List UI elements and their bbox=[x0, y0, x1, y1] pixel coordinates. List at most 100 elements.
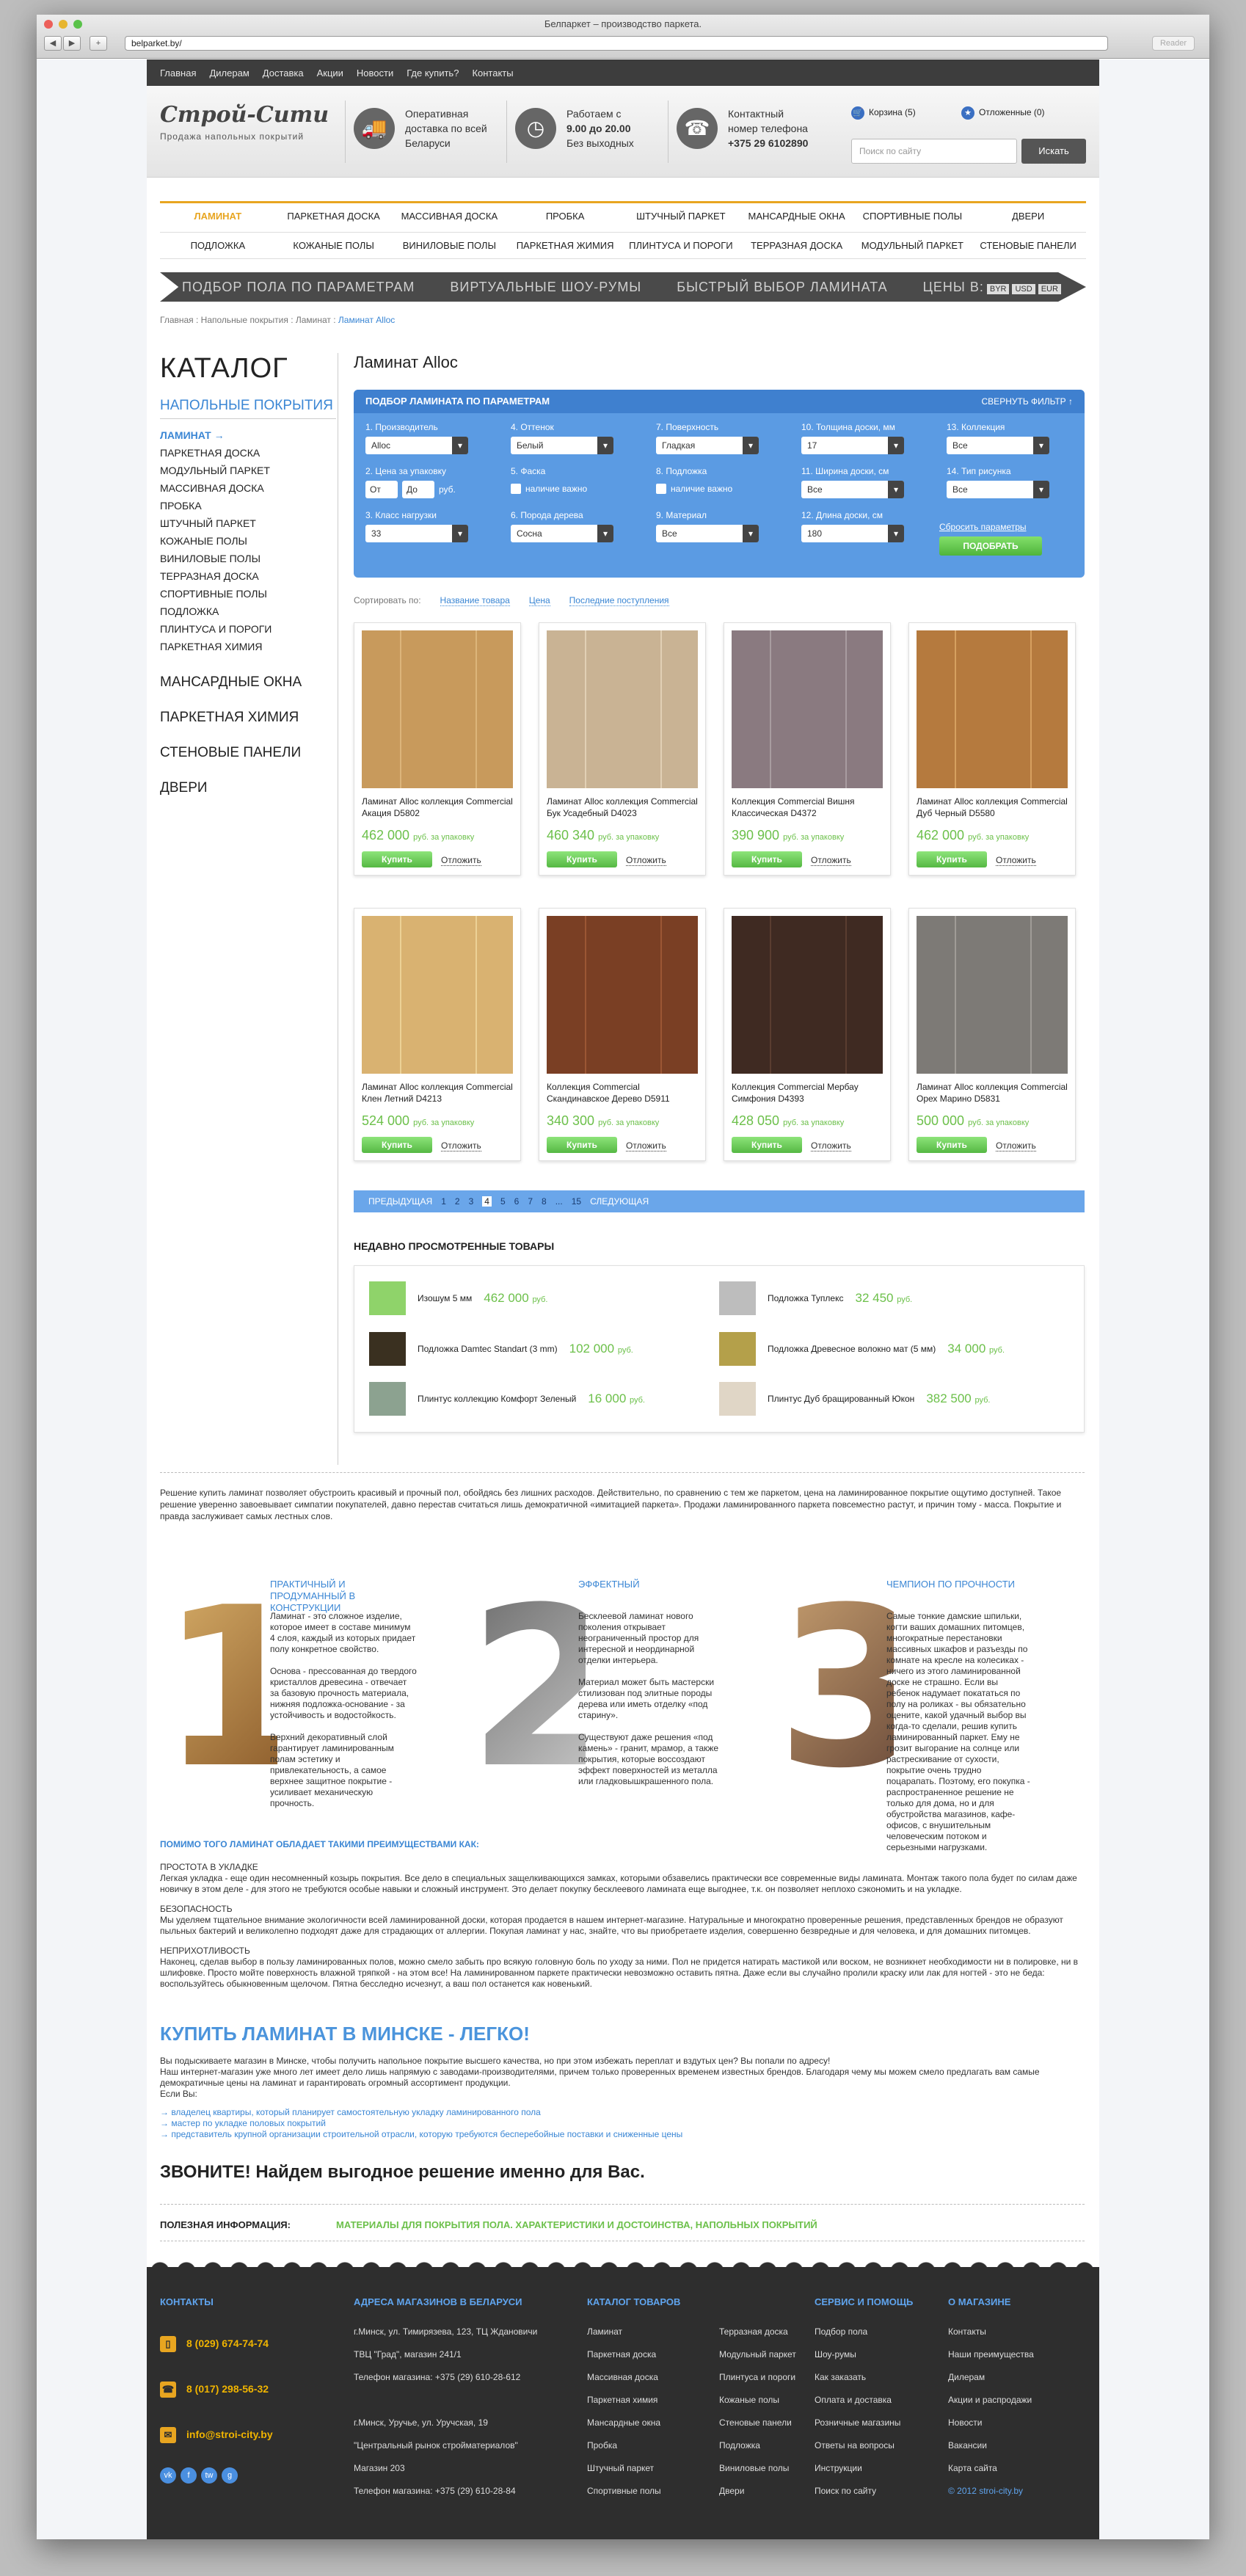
sort-by-newest[interactable]: Последние поступления bbox=[569, 595, 669, 606]
filter-select[interactable]: Все bbox=[656, 525, 759, 542]
favorites-link[interactable]: ★ Отложенные (0) bbox=[961, 106, 1045, 120]
footer-email[interactable]: ✉ info@stroi-city.by bbox=[160, 2412, 336, 2457]
footer-catalog-link[interactable]: Кожаные полы bbox=[719, 2389, 796, 2412]
footer-service-link[interactable]: Оплата и доставка bbox=[815, 2389, 939, 2412]
filter-checkbox[interactable]: наличие важно bbox=[656, 484, 781, 494]
facebook-icon[interactable]: f bbox=[181, 2467, 197, 2484]
filter-select[interactable]: 180 bbox=[801, 525, 904, 542]
topnav-link[interactable]: Где купить? bbox=[407, 68, 459, 79]
product-name[interactable]: Ламинат Alloc коллекция Commercial Клен … bbox=[362, 1081, 513, 1105]
sidebar-section-floor[interactable]: Напольные покрытия bbox=[160, 398, 336, 419]
pager-page[interactable]: ... bbox=[555, 1196, 563, 1207]
pager-page[interactable]: 4 bbox=[482, 1196, 492, 1207]
pager-page[interactable]: 7 bbox=[528, 1196, 533, 1207]
footer-catalog-link[interactable]: Мансардные окна bbox=[587, 2412, 690, 2434]
save-for-later-link[interactable]: Отложить bbox=[811, 1140, 851, 1151]
save-for-later-link[interactable]: Отложить bbox=[626, 1140, 666, 1151]
useful-link[interactable]: Материалы для покрытия пола. Характерист… bbox=[336, 2219, 817, 2230]
recent-name[interactable]: Изошум 5 мм bbox=[418, 1293, 472, 1303]
footer-catalog-link[interactable]: Двери bbox=[719, 2480, 796, 2503]
sidebar-item[interactable]: Модульный паркет bbox=[160, 462, 336, 479]
footer-about-link[interactable]: Наши преимущества bbox=[948, 2343, 1087, 2366]
category-link[interactable]: Подложка bbox=[160, 233, 276, 258]
footer-phone-2[interactable]: ☎ 8 (017) 298-56-32 bbox=[160, 2366, 336, 2412]
save-for-later-link[interactable]: Отложить bbox=[626, 855, 666, 866]
phone-number[interactable]: +375 29 6102890 bbox=[728, 136, 808, 150]
category-link[interactable]: Плинтуса и пороги bbox=[623, 233, 739, 258]
product-card[interactable]: Ламинат Alloc коллекция Commercial Орех … bbox=[908, 908, 1076, 1161]
category-link[interactable]: Модульный паркет bbox=[855, 233, 971, 258]
checkbox-box[interactable] bbox=[656, 484, 666, 494]
footer-service-link[interactable]: Поиск по сайту bbox=[815, 2480, 939, 2503]
category-link[interactable]: Паркетная доска bbox=[276, 203, 392, 229]
recent-thumb[interactable] bbox=[719, 1281, 756, 1315]
sidebar-item[interactable]: Массивная доска bbox=[160, 479, 336, 497]
sidebar-item[interactable]: Паркетная химия bbox=[160, 638, 336, 655]
pager-page[interactable]: 6 bbox=[514, 1196, 520, 1207]
pager-page[interactable]: 15 bbox=[572, 1196, 581, 1207]
footer-catalog-link[interactable]: Паркетная доска bbox=[587, 2343, 690, 2366]
buy-button[interactable]: Купить bbox=[917, 1137, 987, 1153]
product-card[interactable]: Коллекция Commercial Скандинавское Дерев… bbox=[539, 908, 706, 1161]
topnav-link[interactable]: Доставка bbox=[263, 68, 304, 79]
footer-about-link[interactable]: Акции и распродажи bbox=[948, 2389, 1087, 2412]
footer-catalog-link[interactable]: Стеновые панели bbox=[719, 2412, 796, 2434]
product-name[interactable]: Коллекция Commercial Скандинавское Дерев… bbox=[547, 1081, 698, 1105]
sidebar-item[interactable]: Штучный паркет bbox=[160, 514, 336, 532]
filter-select[interactable]: Сосна bbox=[511, 525, 613, 542]
promo-param-link[interactable]: Подбор пола по параметрам bbox=[182, 280, 415, 295]
buy-button[interactable]: Купить bbox=[547, 851, 617, 867]
add-tab-button[interactable]: + bbox=[90, 36, 107, 51]
footer-service-link[interactable]: Инструкции bbox=[815, 2457, 939, 2480]
sidebar-item[interactable]: Терразная доска bbox=[160, 567, 336, 585]
sidebar-item[interactable]: Ламинат → bbox=[160, 426, 336, 444]
topnav-link[interactable]: Дилерам bbox=[209, 68, 249, 79]
sidebar-item[interactable]: Спортивные полы bbox=[160, 585, 336, 603]
filter-select[interactable]: Гладкая bbox=[656, 437, 759, 454]
product-name[interactable]: Ламинат Alloc коллекция Commercial Орех … bbox=[917, 1081, 1068, 1105]
breadcrumb-path[interactable]: Главная : Напольные покрытия : Ламинат : bbox=[160, 315, 336, 325]
footer-service-link[interactable]: Подбор пола bbox=[815, 2321, 939, 2343]
promo-showroom-link[interactable]: Виртуальные шоу-румы bbox=[450, 280, 641, 295]
filter-select[interactable]: Alloc bbox=[365, 437, 468, 454]
filter-select[interactable]: 17 bbox=[801, 437, 904, 454]
category-link[interactable]: Штучный паркет bbox=[623, 203, 739, 229]
product-card[interactable]: Ламинат Alloc коллекция Commercial Бук У… bbox=[539, 622, 706, 876]
footer-phone-1[interactable]: ▯ 8 (029) 674-74-74 bbox=[160, 2321, 336, 2366]
sidebar-big-item[interactable]: Стеновые панели bbox=[160, 745, 336, 761]
buy-button[interactable]: Купить bbox=[362, 851, 432, 867]
category-link[interactable]: Кожаные полы bbox=[276, 233, 392, 258]
category-link[interactable]: Стеновые панели bbox=[970, 233, 1086, 258]
pager-page[interactable]: 1 bbox=[441, 1196, 446, 1207]
sidebar-big-item[interactable]: Мансардные окна bbox=[160, 674, 336, 691]
product-image[interactable] bbox=[362, 630, 513, 788]
currency-usd[interactable]: USD bbox=[1012, 283, 1035, 294]
pager-page[interactable]: 8 bbox=[542, 1196, 547, 1207]
filter-select[interactable]: Белый bbox=[511, 437, 613, 454]
reader-button[interactable]: Reader bbox=[1152, 36, 1195, 51]
recent-item[interactable]: Изошум 5 мм 462 000 руб. bbox=[369, 1273, 719, 1323]
sidebar-item[interactable]: Пробка bbox=[160, 497, 336, 514]
recent-item[interactable]: Плинтус Дуб бращированный Юкон 382 500 ру… bbox=[719, 1374, 1069, 1424]
category-link[interactable]: Мансардные окна bbox=[739, 203, 855, 229]
footer-catalog-link[interactable]: Плинтуса и пороги bbox=[719, 2366, 796, 2389]
recent-item[interactable]: Плинтус коллекцию Комфорт Зеленый 16 000 … bbox=[369, 1374, 719, 1424]
product-image[interactable] bbox=[732, 630, 883, 788]
recent-thumb[interactable] bbox=[719, 1382, 756, 1416]
recent-thumb[interactable] bbox=[719, 1331, 756, 1366]
category-link[interactable]: Двери bbox=[970, 203, 1086, 229]
recent-thumb[interactable] bbox=[369, 1281, 406, 1315]
checkbox-box[interactable] bbox=[511, 484, 521, 494]
product-card[interactable]: Ламинат Alloc коллекция Commercial Акаци… bbox=[354, 622, 521, 876]
product-card[interactable]: Коллекция Commercial Вишня Классическая … bbox=[724, 622, 891, 876]
sidebar-item[interactable]: Виниловые полы bbox=[160, 550, 336, 567]
buy-button[interactable]: Купить bbox=[732, 1137, 802, 1153]
save-for-later-link[interactable]: Отложить bbox=[811, 855, 851, 866]
buy-button[interactable]: Купить bbox=[362, 1137, 432, 1153]
collapse-filter-link[interactable]: Свернуть фильтр ↑ bbox=[982, 390, 1073, 413]
sidebar-item[interactable]: Плинтуса и пороги bbox=[160, 620, 336, 638]
back-button[interactable]: ◀ bbox=[44, 36, 62, 51]
recent-name[interactable]: Подложка Туплекс bbox=[768, 1293, 843, 1303]
recent-thumb[interactable] bbox=[369, 1331, 406, 1366]
topnav-link[interactable]: Контакты bbox=[472, 68, 513, 79]
